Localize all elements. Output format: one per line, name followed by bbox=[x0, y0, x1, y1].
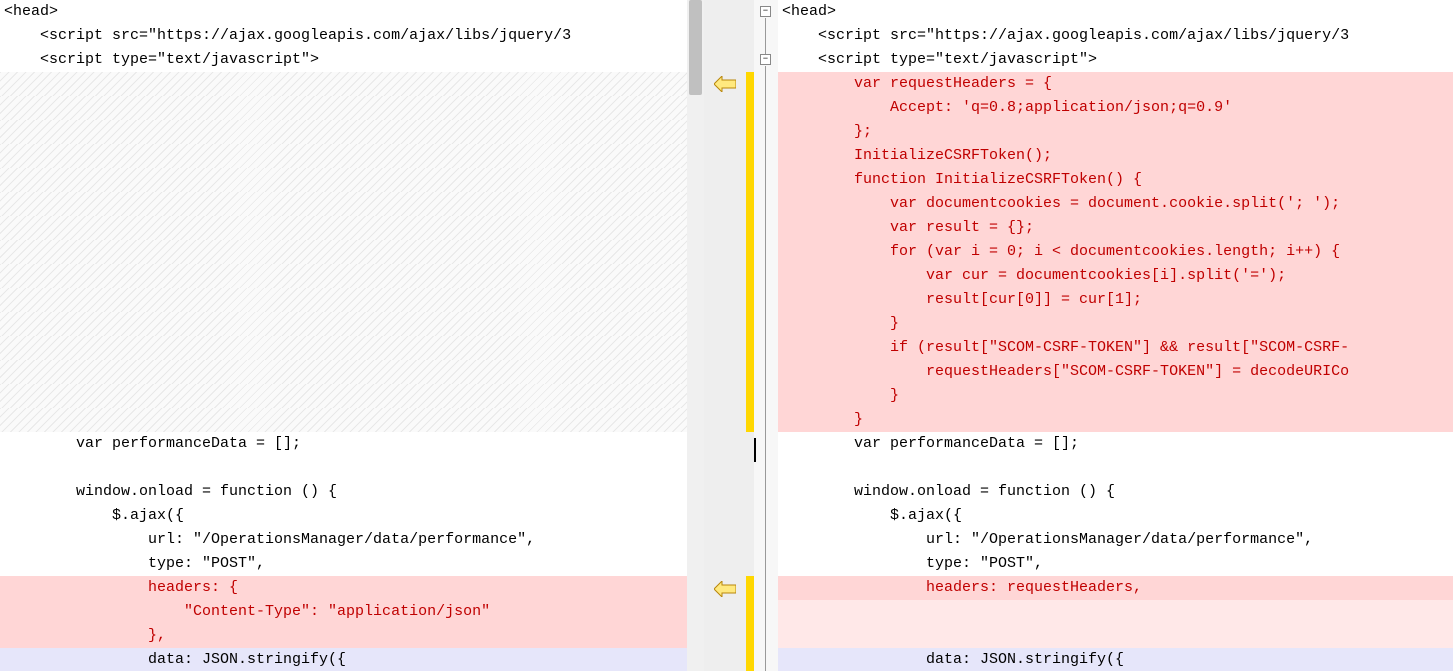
code-line[interactable]: data: JSON.stringify({ bbox=[778, 648, 1453, 671]
code-line[interactable]: <script src="https://ajax.googleapis.com… bbox=[0, 24, 687, 48]
change-bar-gap bbox=[746, 0, 754, 72]
code-line[interactable] bbox=[0, 216, 687, 240]
code-line[interactable]: "Content-Type": "application/json" bbox=[0, 600, 687, 624]
code-line[interactable] bbox=[0, 456, 687, 480]
code-line[interactable] bbox=[0, 288, 687, 312]
code-line[interactable]: $.ajax({ bbox=[778, 504, 1453, 528]
code-line[interactable] bbox=[778, 624, 1453, 648]
code-line[interactable]: type: "POST", bbox=[0, 552, 687, 576]
caret-marker bbox=[754, 438, 757, 462]
code-line[interactable] bbox=[0, 240, 687, 264]
code-line[interactable]: requestHeaders["SCOM-CSRF-TOKEN"] = deco… bbox=[778, 360, 1453, 384]
code-line[interactable] bbox=[0, 192, 687, 216]
code-line[interactable] bbox=[0, 336, 687, 360]
code-line[interactable]: }; bbox=[778, 120, 1453, 144]
code-line[interactable]: function InitializeCSRFToken() { bbox=[778, 168, 1453, 192]
code-line[interactable]: var requestHeaders = { bbox=[778, 72, 1453, 96]
code-line[interactable]: headers: { bbox=[0, 576, 687, 600]
diff-viewer: <head> <script src="https://ajax.googlea… bbox=[0, 0, 1453, 671]
code-line[interactable]: var performanceData = []; bbox=[0, 432, 687, 456]
code-line[interactable]: } bbox=[778, 384, 1453, 408]
code-line[interactable]: <script type="text/javascript"> bbox=[0, 48, 687, 72]
code-line[interactable] bbox=[0, 360, 687, 384]
code-line[interactable]: <head> bbox=[0, 0, 687, 24]
right-code[interactable]: <head> <script src="https://ajax.googlea… bbox=[778, 0, 1453, 671]
code-line[interactable]: <head> bbox=[778, 0, 1453, 24]
code-line[interactable] bbox=[778, 456, 1453, 480]
code-line[interactable]: headers: requestHeaders, bbox=[778, 576, 1453, 600]
code-line[interactable]: url: "/OperationsManager/data/performanc… bbox=[778, 528, 1453, 552]
code-line[interactable]: InitializeCSRFToken(); bbox=[778, 144, 1453, 168]
fold-line bbox=[765, 18, 766, 58]
code-line[interactable]: } bbox=[778, 408, 1453, 432]
left-code[interactable]: <head> <script src="https://ajax.googlea… bbox=[0, 0, 687, 671]
code-line[interactable]: var documentcookies = document.cookie.sp… bbox=[778, 192, 1453, 216]
code-line[interactable]: url: "/OperationsManager/data/performanc… bbox=[0, 528, 687, 552]
code-line[interactable]: } bbox=[778, 312, 1453, 336]
code-line[interactable] bbox=[778, 600, 1453, 624]
merge-gutter bbox=[704, 0, 746, 671]
fold-line bbox=[765, 66, 766, 671]
code-line[interactable] bbox=[0, 264, 687, 288]
change-bar-gap bbox=[746, 460, 754, 576]
code-line[interactable]: }, bbox=[0, 624, 687, 648]
code-line[interactable] bbox=[0, 96, 687, 120]
code-line[interactable]: Accept: 'q=0.8;application/json;q=0.9' bbox=[778, 96, 1453, 120]
fold-toggle-icon[interactable]: − bbox=[760, 54, 771, 65]
code-line[interactable]: data: JSON.stringify({ bbox=[0, 648, 687, 671]
code-line[interactable]: <script type="text/javascript"> bbox=[778, 48, 1453, 72]
code-line[interactable]: type: "POST", bbox=[778, 552, 1453, 576]
code-line[interactable]: <script src="https://ajax.googleapis.com… bbox=[778, 24, 1453, 48]
right-pane: − − <head> <script src="https://ajax.goo… bbox=[754, 0, 1453, 671]
left-scrollbar[interactable] bbox=[687, 0, 704, 671]
code-line[interactable] bbox=[0, 168, 687, 192]
scrollbar-thumb[interactable] bbox=[689, 0, 702, 95]
code-line[interactable] bbox=[0, 120, 687, 144]
change-indicator-bar bbox=[746, 0, 754, 671]
change-bar-gap bbox=[746, 432, 754, 460]
merge-left-arrow-icon[interactable] bbox=[714, 76, 736, 92]
code-line[interactable] bbox=[0, 384, 687, 408]
code-line[interactable]: result[cur[0]] = cur[1]; bbox=[778, 288, 1453, 312]
fold-toggle-icon[interactable]: − bbox=[760, 6, 771, 17]
code-line[interactable]: window.onload = function () { bbox=[0, 480, 687, 504]
code-line[interactable]: if (result["SCOM-CSRF-TOKEN"] && result[… bbox=[778, 336, 1453, 360]
code-line[interactable] bbox=[0, 72, 687, 96]
code-line[interactable] bbox=[0, 144, 687, 168]
code-line[interactable]: $.ajax({ bbox=[0, 504, 687, 528]
code-line[interactable]: var performanceData = []; bbox=[778, 432, 1453, 456]
merge-left-arrow-icon[interactable] bbox=[714, 581, 736, 597]
code-line[interactable]: window.onload = function () { bbox=[778, 480, 1453, 504]
code-line[interactable] bbox=[0, 312, 687, 336]
code-line[interactable] bbox=[0, 408, 687, 432]
fold-gutter[interactable]: − − bbox=[754, 0, 778, 671]
code-line[interactable]: var result = {}; bbox=[778, 216, 1453, 240]
code-line[interactable]: var cur = documentcookies[i].split('='); bbox=[778, 264, 1453, 288]
left-pane: <head> <script src="https://ajax.googlea… bbox=[0, 0, 687, 671]
code-line[interactable]: for (var i = 0; i < documentcookies.leng… bbox=[778, 240, 1453, 264]
